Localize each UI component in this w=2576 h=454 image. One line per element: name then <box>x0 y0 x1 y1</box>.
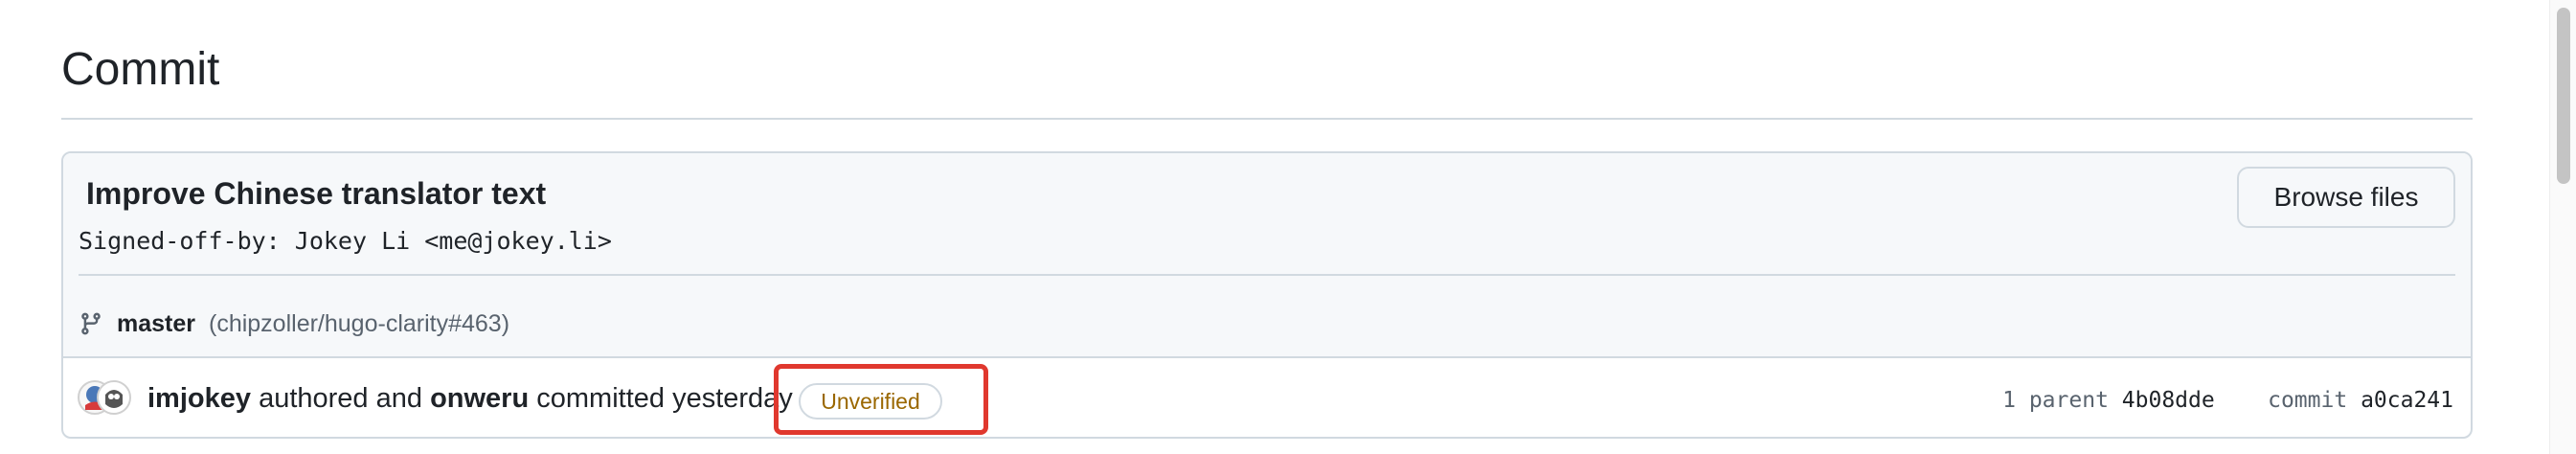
title-divider <box>61 118 2473 120</box>
vertical-scrollbar[interactable] <box>2549 0 2576 454</box>
author-line: imjokey authored and onweru committed ye… <box>147 379 793 418</box>
commit-page: Commit Improve Chinese translator text S… <box>0 0 2576 454</box>
parent-count: 1 parent <box>2002 388 2109 413</box>
highlight-annotation <box>774 364 988 435</box>
commit-sha-info: 1 parent 4b08dde commit a0ca241 <box>2002 383 2453 418</box>
commit-footer: imjokey authored and onweru committed ye… <box>63 358 2471 437</box>
commit-description: Signed-off-by: Jokey Li <me@jokey.li> <box>79 227 612 255</box>
committer-link[interactable]: onweru <box>430 383 529 414</box>
commit-label: commit <box>2268 388 2348 413</box>
page-title: Commit <box>61 44 220 95</box>
branch-link[interactable]: master <box>117 310 195 338</box>
authored-text: authored and <box>259 383 422 414</box>
scrollbar-thumb[interactable] <box>2557 8 2570 184</box>
author-link[interactable]: imjokey <box>147 383 251 414</box>
commit-details-box: Improve Chinese translator text Signed-o… <box>61 151 2473 439</box>
committed-time: committed yesterday <box>536 383 793 414</box>
git-branch-icon <box>81 312 101 335</box>
user-avatar[interactable] <box>77 375 132 420</box>
pull-request-link[interactable]: (chipzoller/hugo-clarity#463) <box>209 310 509 338</box>
parent-sha-link[interactable]: 4b08dde <box>2122 388 2215 413</box>
commit-title: Improve Chinese translator text <box>86 176 547 211</box>
commit-sha: a0ca241 <box>2361 388 2453 413</box>
branch-row: master (chipzoller/hugo-clarity#463) <box>79 306 509 341</box>
browse-files-button[interactable]: Browse files <box>2237 167 2455 228</box>
commit-header: Improve Chinese translator text Signed-o… <box>63 153 2471 358</box>
header-divider <box>79 274 2455 276</box>
